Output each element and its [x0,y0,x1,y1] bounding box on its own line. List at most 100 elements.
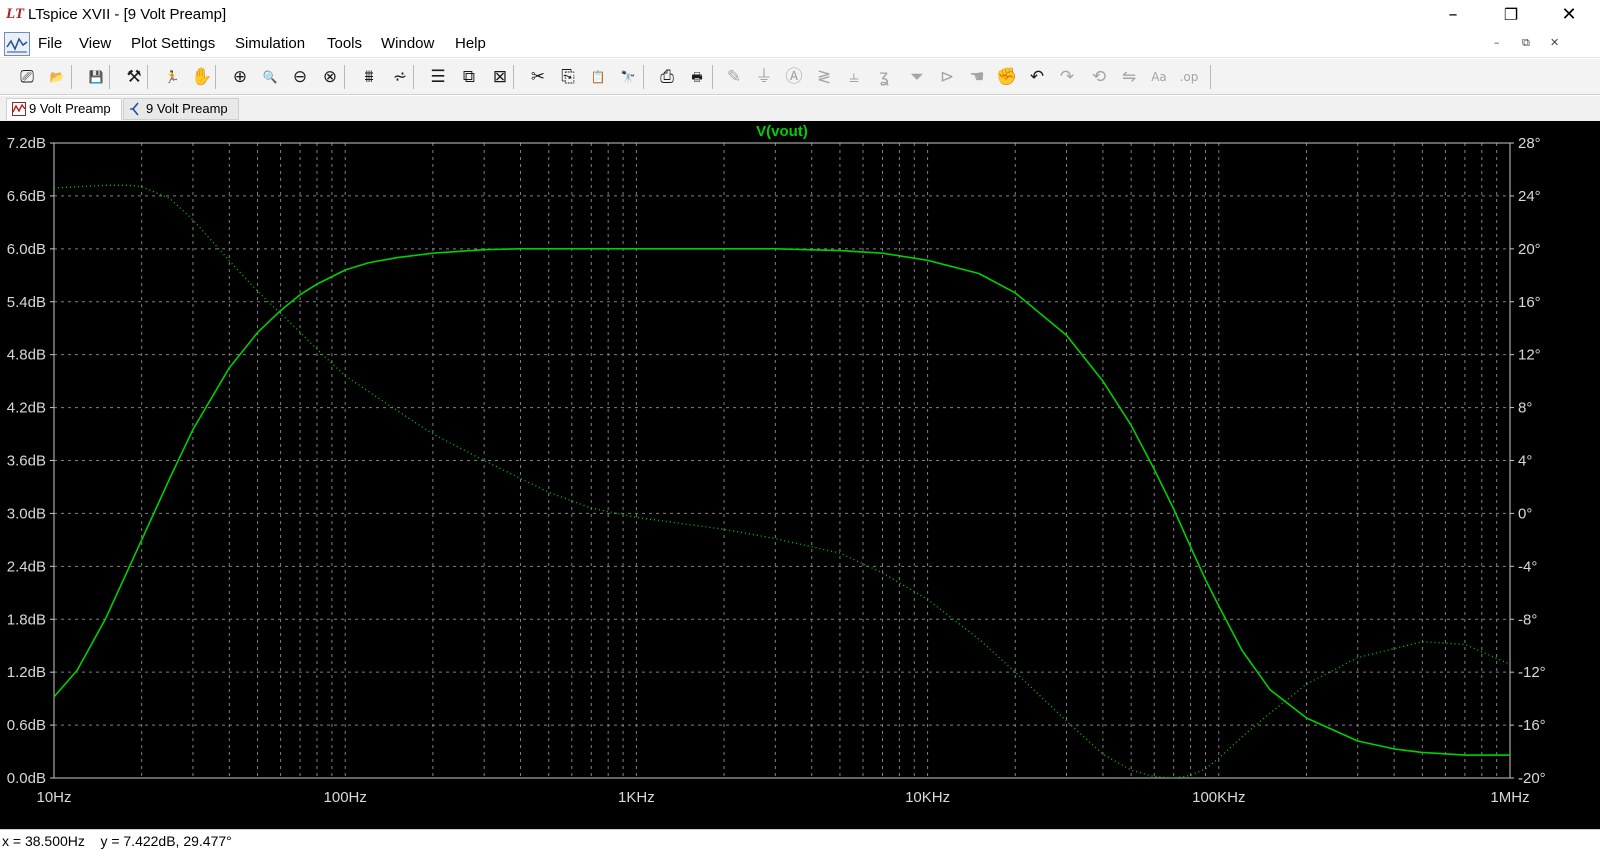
y-right-tick-label: 28° [1518,135,1541,152]
x-tick-label: 1MHz [1490,789,1529,806]
mdi-minimize-button[interactable]: – [1494,36,1500,49]
y-right-tick-label: -4° [1518,558,1537,575]
label-net-icon[interactable]: Ⓐ [780,63,808,91]
phase-trace[interactable] [53,184,1511,779]
restore-button[interactable]: ❐ [1482,0,1540,30]
y-left-tick-label: 4.2dB [7,400,46,417]
tab-bar: 9 Volt Preamp 9 Volt Preamp [0,96,1600,121]
tab-waveform-9-volt-preamp[interactable]: 9 Volt Preamp [6,98,122,120]
tab-label: 9 Volt Preamp [29,101,111,116]
open-folder-icon[interactable]: 📂 [43,63,71,91]
inductor-icon[interactable]: ʓ [870,63,898,91]
x-tick-label: 10Hz [36,789,71,806]
mdi-restore-button[interactable]: ⧉ [1522,36,1530,50]
y-left-tick-label: 6.0dB [7,241,46,258]
menu-help[interactable]: Help [455,35,486,53]
component-icon[interactable]: ⊳ [933,63,961,91]
ground-icon[interactable]: ⏚ [750,63,778,91]
drag-hand-icon[interactable]: ✊ [993,63,1021,91]
y-left-tick-label: 3.0dB [7,505,46,522]
menu-simulation[interactable]: Simulation [235,35,305,53]
menu-view[interactable]: View [79,35,111,53]
close-all-icon[interactable]: ⊠ [486,63,514,91]
menu-window[interactable]: Window [381,35,434,53]
plot-pane[interactable]: 7.2dB 6.6dB 6.0dB 5.4dB 4.8dB 4.2dB 3.6dB 3.0dB… [0,121,1600,829]
menu-bar: File View Plot Settings Simulation Tools… [0,30,1600,58]
print-icon[interactable]: ⎙ [653,63,681,91]
status-bar: x = 38.500Hz y = 7.422dB, 29.477° [0,829,1600,851]
toolbar-separator [147,65,148,89]
toolbar-separator [71,65,72,89]
magnitude-trace[interactable] [53,248,1510,756]
y-left-tick-label: 5.4dB [7,294,46,311]
y-left-tick-label: 0.6dB [7,717,46,734]
y-left-tick-label: 7.2dB [7,135,46,152]
paste-icon[interactable]: 📋 [584,63,612,91]
rotate-icon[interactable]: ⟲ [1085,63,1113,91]
toolbar-separator [413,65,414,89]
zoom-fit-icon[interactable]: ⊗ [316,63,344,91]
capacitor-icon[interactable]: ⫨ [840,63,868,91]
diode-icon[interactable]: ⏷ [903,63,931,91]
wire-icon[interactable]: ✎ [720,63,748,91]
fft-icon[interactable]: ⩫ [386,63,414,91]
title-bar: LT LTspice XVII - [9 Volt Preamp] – ❐ ✕ [0,0,1600,30]
ltspice-logo-icon: LT [6,6,25,22]
mdi-close-button[interactable]: ✕ [1550,36,1559,49]
print-setup-icon[interactable]: 🖶 [683,63,711,91]
autorange-icon[interactable]: ⩩ [355,63,383,91]
y-right-tick-label: 12° [1518,347,1541,364]
new-schematic-icon[interactable]: ⎚ [13,63,41,91]
menu-plot-settings[interactable]: Plot Settings [131,35,215,53]
y-right-tick-label: -16° [1518,717,1546,734]
toolbar-separator [513,65,514,89]
copy-icon[interactable]: ⎘ [554,63,582,91]
tile-horizontal-icon[interactable]: ☰ [424,63,452,91]
toolbar-separator [109,65,110,89]
menu-tools[interactable]: Tools [327,35,362,53]
tab-schematic-9-volt-preamp[interactable]: 9 Volt Preamp [123,98,239,120]
menu-file[interactable]: File [38,35,62,53]
x-tick-label: 1KHz [618,789,655,806]
resistor-icon[interactable]: ≷ [810,63,838,91]
y-left-tick-label: 4.8dB [7,347,46,364]
toolbar-separator [643,65,644,89]
y-left-tick-label: 0.0dB [7,770,46,787]
toolbar-separator [1210,65,1211,89]
save-icon[interactable]: 💾 [82,63,110,91]
run-icon[interactable]: 🏃 [158,63,186,91]
spice-directive-icon[interactable]: .op [1175,63,1203,91]
zoom-in-icon[interactable]: 🔍 [256,63,284,91]
y-left-tick-label: 1.2dB [7,664,46,681]
mirror-icon[interactable]: ⇋ [1115,63,1143,91]
control-panel-icon[interactable]: ⚒ [120,63,148,91]
move-hand-icon[interactable]: ☚ [963,63,991,91]
schematic-icon [130,102,139,116]
y-right-tick-label: 8° [1518,400,1532,417]
text-icon[interactable]: Aa [1145,63,1173,91]
y-left-tick-label: 2.4dB [7,558,46,575]
redo-icon[interactable]: ↷ [1053,63,1081,91]
y-right-tick-label: -12° [1518,664,1546,681]
undo-icon[interactable]: ↶ [1023,63,1051,91]
y-right-tick-label: 20° [1518,241,1541,258]
bode-plot[interactable]: 7.2dB 6.6dB 6.0dB 5.4dB 4.8dB 4.2dB 3.6dB 3.0dB… [0,121,1600,829]
zoom-area-icon[interactable]: ⊕ [226,63,254,91]
x-tick-label: 100Hz [324,789,367,806]
cut-icon[interactable]: ✂ [524,63,552,91]
cascade-icon[interactable]: ⧉ [455,63,483,91]
document-waveform-icon[interactable] [4,32,30,56]
x-tick-label: 10KHz [905,789,950,806]
toolbar-separator [712,65,713,89]
y-left-tick-label: 3.6dB [7,453,46,470]
find-icon[interactable]: 🔭 [614,63,642,91]
close-button[interactable]: ✕ [1540,0,1598,30]
minimize-button[interactable]: – [1424,0,1482,30]
halt-hand-icon[interactable]: ✋ [188,63,216,91]
tab-label: 9 Volt Preamp [146,101,228,116]
zoom-out-icon[interactable]: ⊖ [286,63,314,91]
y-right-tick-label: 0° [1518,505,1532,522]
toolbar: ⎚ 📂 💾 ⚒ 🏃 ✋ ⊕ 🔍 ⊖ ⊗ ⩩ ⩫ ☰ ⧉ ⊠ ✂ ⎘ 📋 🔭 ⎙ 🖶 ✎ ⏚ Ⓐ ≷ ⫨ ʓ ⏷ ⊳ ☚ ✊ ↶ ↷ ⟲ ⇋ Aa .op [0,59,1600,95]
trace-title: V(vout) [756,123,808,140]
toolbar-separator [344,65,345,89]
